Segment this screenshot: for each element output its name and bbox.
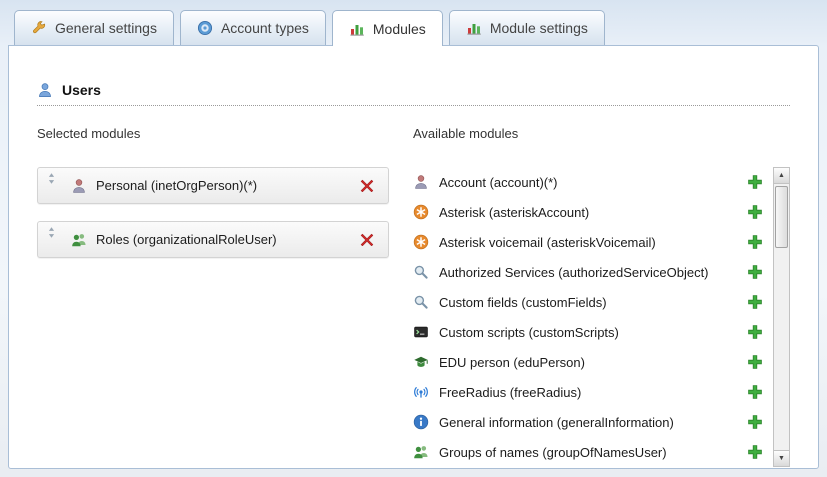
tab-modules[interactable]: Modules bbox=[332, 10, 443, 46]
available-module-row-groups-of-names: Groups of names (groupOfNamesUser) bbox=[413, 437, 773, 467]
tab-bar: General settings Account types Modules M… bbox=[0, 0, 827, 45]
chart-icon bbox=[349, 21, 365, 37]
badge-icon bbox=[197, 20, 213, 36]
available-module-row-general-information: General information (generalInformation) bbox=[413, 407, 773, 437]
tab-label: General settings bbox=[55, 20, 157, 36]
selected-modules-heading: Selected modules bbox=[37, 126, 389, 141]
users-section-header: Users bbox=[37, 82, 790, 106]
add-icon[interactable] bbox=[747, 234, 763, 250]
available-modules-heading: Available modules bbox=[413, 126, 790, 141]
available-module-row-authorized-services: Authorized Services (authorizedServiceOb… bbox=[413, 257, 773, 287]
available-module-label: Asterisk voicemail (asteriskVoicemail) bbox=[439, 235, 747, 250]
tab-account-types[interactable]: Account types bbox=[180, 10, 326, 45]
available-module-row-asterisk: Asterisk (asteriskAccount) bbox=[413, 197, 773, 227]
selected-module-label: Personal (inetOrgPerson)(*) bbox=[96, 178, 359, 193]
delete-icon[interactable] bbox=[359, 178, 375, 194]
add-icon[interactable] bbox=[747, 384, 763, 400]
selected-module-row-roles[interactable]: Roles (organizationalRoleUser) bbox=[37, 221, 389, 258]
asterisk-icon bbox=[413, 204, 429, 220]
person-icon bbox=[413, 174, 429, 190]
add-icon[interactable] bbox=[747, 444, 763, 460]
tab-module-settings[interactable]: Module settings bbox=[449, 10, 605, 45]
available-modules-list: Account (account)(*) Asterisk (asteriskA… bbox=[413, 167, 773, 467]
available-module-label: FreeRadius (freeRadius) bbox=[439, 385, 747, 400]
available-module-row-asterisk-voicemail: Asterisk voicemail (asteriskVoicemail) bbox=[413, 227, 773, 257]
drag-handle-icon[interactable] bbox=[45, 172, 58, 185]
magnifier-icon bbox=[413, 264, 429, 280]
users-section-title: Users bbox=[62, 82, 101, 98]
add-icon[interactable] bbox=[747, 204, 763, 220]
add-icon[interactable] bbox=[747, 264, 763, 280]
add-icon[interactable] bbox=[747, 174, 763, 190]
modules-panel: Users Selected modules Personal (inetOrg… bbox=[8, 45, 819, 469]
available-module-row-freeradius: FreeRadius (freeRadius) bbox=[413, 377, 773, 407]
available-module-label: Account (account)(*) bbox=[439, 175, 747, 190]
edu-person-icon bbox=[413, 354, 429, 370]
available-module-label: EDU person (eduPerson) bbox=[439, 355, 747, 370]
scroll-thumb[interactable] bbox=[775, 186, 788, 248]
scroll-down-button[interactable]: ▼ bbox=[774, 450, 789, 466]
available-module-label: Groups of names (groupOfNamesUser) bbox=[439, 445, 747, 460]
tab-label: Modules bbox=[373, 21, 426, 37]
add-icon[interactable] bbox=[747, 354, 763, 370]
magnifier-icon bbox=[413, 294, 429, 310]
available-module-row-account: Account (account)(*) bbox=[413, 167, 773, 197]
add-icon[interactable] bbox=[747, 324, 763, 340]
tab-label: Module settings bbox=[490, 20, 588, 36]
wrench-icon bbox=[31, 20, 47, 36]
available-module-label: Custom fields (customFields) bbox=[439, 295, 747, 310]
available-module-label: Custom scripts (customScripts) bbox=[439, 325, 747, 340]
person-icon bbox=[71, 178, 87, 194]
scrollbar[interactable]: ▲ ▼ bbox=[773, 167, 790, 467]
group-icon bbox=[413, 444, 429, 460]
available-module-label: Authorized Services (authorizedServiceOb… bbox=[439, 265, 747, 280]
add-icon[interactable] bbox=[747, 294, 763, 310]
tab-general-settings[interactable]: General settings bbox=[14, 10, 174, 45]
available-module-row-custom-fields: Custom fields (customFields) bbox=[413, 287, 773, 317]
tab-label: Account types bbox=[221, 20, 309, 36]
info-icon bbox=[413, 414, 429, 430]
available-module-label: General information (generalInformation) bbox=[439, 415, 747, 430]
script-icon bbox=[413, 324, 429, 340]
asterisk-icon bbox=[413, 234, 429, 250]
group-icon bbox=[71, 232, 87, 248]
scroll-up-button[interactable]: ▲ bbox=[774, 168, 789, 184]
available-module-row-custom-scripts: Custom scripts (customScripts) bbox=[413, 317, 773, 347]
add-icon[interactable] bbox=[747, 414, 763, 430]
selected-module-label: Roles (organizationalRoleUser) bbox=[96, 232, 359, 247]
drag-handle-icon[interactable] bbox=[45, 226, 58, 239]
chart-icon bbox=[466, 20, 482, 36]
available-modules-column: Available modules Account (account)(*) A… bbox=[413, 126, 790, 467]
selected-module-row-personal[interactable]: Personal (inetOrgPerson)(*) bbox=[37, 167, 389, 204]
available-module-row-edu-person: EDU person (eduPerson) bbox=[413, 347, 773, 377]
user-icon bbox=[37, 82, 53, 98]
lam-configuration-page: General settings Account types Modules M… bbox=[0, 0, 827, 469]
delete-icon[interactable] bbox=[359, 232, 375, 248]
selected-modules-column: Selected modules Personal (inetOrgPerson… bbox=[37, 126, 389, 467]
available-module-label: Asterisk (asteriskAccount) bbox=[439, 205, 747, 220]
antenna-icon bbox=[413, 384, 429, 400]
